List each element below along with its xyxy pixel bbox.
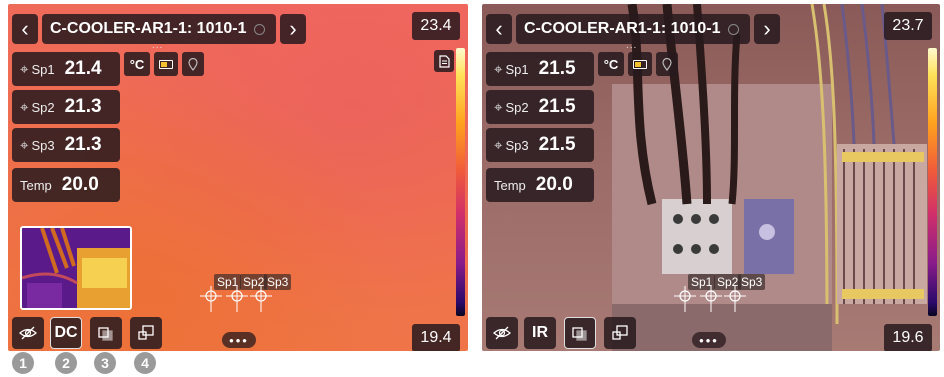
- fusion-button[interactable]: [90, 317, 122, 349]
- document-icon[interactable]: [434, 50, 454, 72]
- scale-max-label[interactable]: 23.7: [884, 12, 932, 40]
- image-title-text: C-COOLER-AR1-1: 1010-1: [524, 20, 721, 37]
- previous-image-button[interactable]: ‹: [12, 14, 38, 44]
- crosshair-icon: ⌖: [20, 136, 29, 154]
- measurement-temp[interactable]: Temp 20.0: [486, 168, 594, 202]
- more-options-button[interactable]: •••: [222, 332, 256, 348]
- measurement-value: 21.5: [538, 96, 576, 117]
- location-chip: [182, 52, 204, 76]
- callout-badge-1: 1: [12, 352, 34, 374]
- image-mode-ir-button[interactable]: IR: [524, 317, 556, 349]
- spot-label: Sp3: [264, 274, 292, 290]
- fusion-squares-icon: [572, 327, 587, 341]
- measurement-label: Sp2: [31, 99, 55, 115]
- location-chip: [656, 52, 678, 76]
- measurement-value: 21.3: [64, 134, 102, 155]
- measurement-value: 21.5: [538, 134, 576, 155]
- crosshair-icon: ⌖: [494, 136, 503, 154]
- title-page-dots: ...: [626, 40, 638, 51]
- callout-badge-2: 2: [55, 352, 77, 374]
- measurement-value: 21.4: [64, 58, 102, 79]
- thumbnail-thermal-image: [22, 228, 130, 308]
- measurement-label: Sp1: [31, 61, 55, 77]
- eye-slash-icon: [19, 326, 37, 340]
- chevron-left-icon: ‹: [21, 16, 29, 41]
- picture-in-picture-thumbnail[interactable]: [20, 226, 132, 310]
- callout-badge-4: 4: [134, 352, 156, 374]
- measurement-sp3[interactable]: ⌖ Sp3 21.3: [12, 128, 120, 162]
- battery-icon: [633, 59, 647, 69]
- picture-in-picture-button[interactable]: [130, 317, 162, 349]
- crosshair-icon: ⌖: [494, 98, 503, 116]
- chevron-right-icon: ›: [763, 16, 771, 41]
- location-pin-icon: [188, 57, 198, 71]
- hide-overlay-button[interactable]: [12, 317, 44, 349]
- measurement-sp1[interactable]: ⌖ Sp1 21.4: [12, 52, 120, 86]
- thermal-screen-right: ‹ C-COOLER-AR1-1: 1010-1 ... › ⌖ Sp1 21.…: [482, 4, 940, 351]
- measurement-sp3[interactable]: ⌖ Sp3 21.5: [486, 128, 594, 162]
- measurement-label: Sp3: [505, 137, 529, 153]
- scale-min-label[interactable]: 19.6: [884, 324, 932, 351]
- measurement-sp1[interactable]: ⌖ Sp1 21.5: [486, 52, 594, 86]
- eye-slash-icon: [493, 326, 511, 340]
- overlap-squares-icon: [138, 325, 154, 340]
- image-title-text: C-COOLER-AR1-1: 1010-1: [50, 20, 247, 37]
- location-pin-icon: [662, 57, 672, 71]
- next-image-button[interactable]: ›: [280, 14, 306, 44]
- crosshair-icon: ⌖: [20, 98, 29, 116]
- fusion-squares-icon: [98, 327, 113, 341]
- measurement-temp[interactable]: Temp 20.0: [12, 168, 120, 202]
- battery-chip: [628, 52, 652, 76]
- chevron-left-icon: ‹: [495, 16, 503, 41]
- callout-badge-3: 3: [94, 352, 116, 374]
- measurement-label: Temp: [494, 177, 526, 193]
- measurement-label: Sp2: [505, 99, 529, 115]
- measurement-label: Temp: [20, 177, 52, 193]
- measurement-value: 20.0: [535, 174, 573, 195]
- measurement-sp2[interactable]: ⌖ Sp2 21.5: [486, 90, 594, 124]
- scale-max-label[interactable]: 23.4: [412, 12, 460, 40]
- measurement-value: 21.5: [538, 58, 576, 79]
- unit-chip[interactable]: °C: [598, 52, 624, 76]
- battery-chip: [154, 52, 178, 76]
- measurement-value: 20.0: [61, 174, 99, 195]
- next-image-button[interactable]: ›: [754, 14, 780, 44]
- status-ring-icon: [728, 23, 740, 35]
- overlap-squares-icon: [612, 325, 628, 340]
- thermal-screen-left: ‹ C-COOLER-AR1-1: 1010-1 ... › ⌖ Sp1 21.…: [8, 4, 468, 351]
- title-page-dots: ...: [152, 40, 164, 51]
- more-options-button[interactable]: •••: [692, 332, 726, 348]
- scale-min-label[interactable]: 19.4: [412, 324, 460, 351]
- measurement-sp2[interactable]: ⌖ Sp2 21.3: [12, 90, 120, 124]
- previous-image-button[interactable]: ‹: [486, 14, 512, 44]
- unit-chip[interactable]: °C: [124, 52, 150, 76]
- status-ring-icon: [254, 23, 266, 35]
- image-mode-dc-button[interactable]: DC: [50, 317, 82, 349]
- document-icon-glyph: [438, 54, 450, 68]
- measurement-value: 21.3: [64, 96, 102, 117]
- battery-icon: [159, 59, 173, 69]
- chevron-right-icon: ›: [289, 16, 297, 41]
- fusion-button[interactable]: [564, 317, 596, 349]
- picture-in-picture-button[interactable]: [604, 317, 636, 349]
- crosshair-icon: ⌖: [494, 60, 503, 78]
- measurement-label: Sp1: [505, 61, 529, 77]
- measurement-label: Sp3: [31, 137, 55, 153]
- crosshair-icon: ⌖: [20, 60, 29, 78]
- hide-overlay-button[interactable]: [486, 317, 518, 349]
- spot-label: Sp3: [738, 274, 766, 290]
- color-palette-scale[interactable]: [456, 48, 465, 316]
- color-palette-scale[interactable]: [928, 48, 937, 316]
